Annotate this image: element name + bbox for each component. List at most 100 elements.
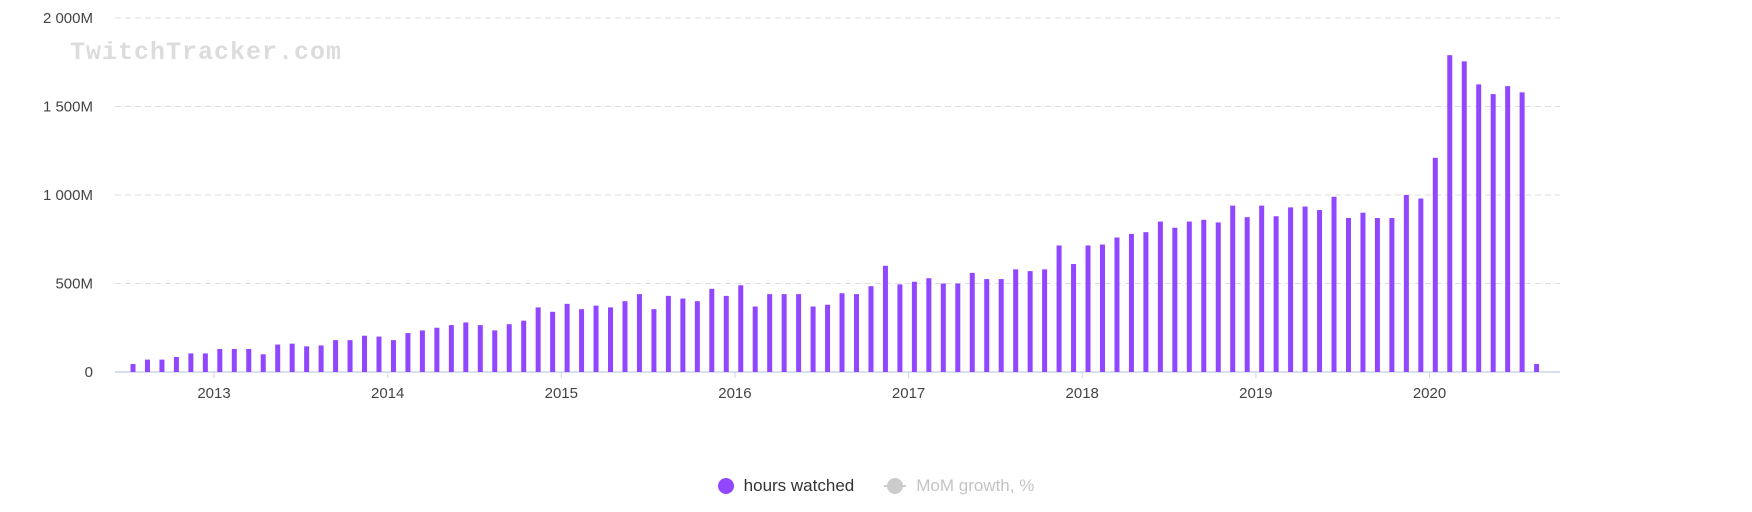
bar[interactable] (854, 294, 859, 372)
bar[interactable] (1099, 244, 1105, 372)
bar[interactable] (144, 359, 150, 372)
bar[interactable] (1056, 245, 1062, 372)
bar[interactable] (419, 330, 425, 372)
bar[interactable] (1288, 207, 1294, 372)
bar[interactable] (984, 279, 990, 372)
bar[interactable] (680, 298, 686, 372)
bar[interactable] (289, 343, 295, 372)
bar[interactable] (882, 265, 888, 372)
bar[interactable] (1027, 271, 1033, 372)
bar[interactable] (723, 295, 729, 372)
bar[interactable] (911, 281, 917, 372)
bar[interactable] (1302, 206, 1308, 372)
bar[interactable] (405, 333, 411, 372)
bar[interactable] (1331, 196, 1337, 372)
bar[interactable] (173, 356, 179, 372)
bar[interactable] (1201, 219, 1207, 372)
bar[interactable] (1505, 86, 1511, 373)
bar[interactable] (796, 294, 802, 372)
bar[interactable] (231, 348, 237, 372)
bar[interactable] (246, 348, 252, 372)
bar[interactable] (434, 327, 440, 372)
bar[interactable] (608, 307, 614, 372)
bar[interactable] (651, 309, 657, 372)
bar[interactable] (1186, 221, 1192, 372)
bar[interactable] (448, 325, 454, 372)
legend-item-mom-growth[interactable]: MoM growth, % (884, 476, 1034, 496)
bar[interactable] (217, 348, 223, 372)
bar[interactable] (665, 295, 671, 372)
bar[interactable] (347, 340, 353, 372)
bar[interactable] (1273, 216, 1279, 372)
bar[interactable] (304, 346, 310, 372)
bar[interactable] (810, 306, 816, 372)
bar[interactable] (781, 294, 787, 372)
legend-item-hours-watched[interactable]: hours watched (717, 476, 854, 496)
bar[interactable] (1157, 221, 1163, 372)
bar[interactable] (1042, 269, 1048, 372)
bar[interactable] (1230, 205, 1236, 372)
bar[interactable] (260, 354, 266, 372)
bar[interactable] (1215, 222, 1221, 372)
bar[interactable] (477, 325, 483, 372)
bar[interactable] (275, 344, 281, 372)
bar[interactable] (998, 279, 1004, 372)
bar[interactable] (1172, 227, 1178, 372)
bar[interactable] (202, 353, 208, 372)
bar[interactable] (868, 286, 874, 372)
bar[interactable] (767, 294, 773, 372)
bar[interactable] (492, 330, 498, 372)
bar[interactable] (839, 293, 845, 372)
bar[interactable] (1317, 210, 1323, 372)
bar[interactable] (694, 301, 700, 372)
bar[interactable] (579, 309, 585, 372)
bar[interactable] (159, 359, 165, 372)
bar[interactable] (1447, 55, 1453, 373)
bar[interactable] (1244, 217, 1250, 372)
bar[interactable] (564, 303, 570, 372)
bar[interactable] (318, 345, 324, 372)
bar[interactable] (1374, 218, 1380, 372)
bar[interactable] (1461, 61, 1467, 373)
bar[interactable] (1071, 264, 1077, 372)
bar[interactable] (926, 278, 932, 372)
bar[interactable] (636, 294, 642, 372)
bar[interactable] (1143, 232, 1149, 372)
bar[interactable] (1085, 245, 1091, 372)
bar[interactable] (535, 307, 541, 372)
bar[interactable] (1403, 195, 1409, 372)
bar[interactable] (593, 305, 599, 372)
bar[interactable] (1259, 205, 1265, 372)
bar[interactable] (1418, 198, 1424, 372)
bar[interactable] (1360, 212, 1366, 372)
bar[interactable] (130, 364, 136, 372)
bar[interactable] (969, 272, 975, 372)
bar[interactable] (390, 340, 396, 372)
bar[interactable] (622, 301, 628, 372)
bar[interactable] (940, 283, 946, 373)
bar[interactable] (1534, 364, 1540, 372)
bar[interactable] (738, 285, 744, 372)
bar[interactable] (1519, 92, 1525, 372)
bar[interactable] (1432, 157, 1438, 372)
bar[interactable] (362, 335, 368, 372)
bar[interactable] (1128, 233, 1134, 372)
bar[interactable] (752, 306, 758, 372)
bar[interactable] (825, 304, 831, 372)
bar[interactable] (1389, 218, 1395, 372)
bar[interactable] (463, 322, 469, 372)
bar[interactable] (521, 320, 527, 372)
bar[interactable] (550, 311, 556, 372)
bar[interactable] (1114, 237, 1120, 372)
bar[interactable] (506, 324, 512, 372)
bar[interactable] (1490, 94, 1496, 373)
bar[interactable] (709, 288, 715, 372)
bar[interactable] (188, 353, 194, 372)
bar[interactable] (1345, 218, 1351, 372)
bar[interactable] (955, 283, 961, 373)
bar[interactable] (376, 336, 382, 372)
bar[interactable] (333, 340, 339, 372)
bar[interactable] (897, 284, 903, 372)
bar[interactable] (1476, 84, 1482, 372)
bar[interactable] (1013, 269, 1019, 372)
